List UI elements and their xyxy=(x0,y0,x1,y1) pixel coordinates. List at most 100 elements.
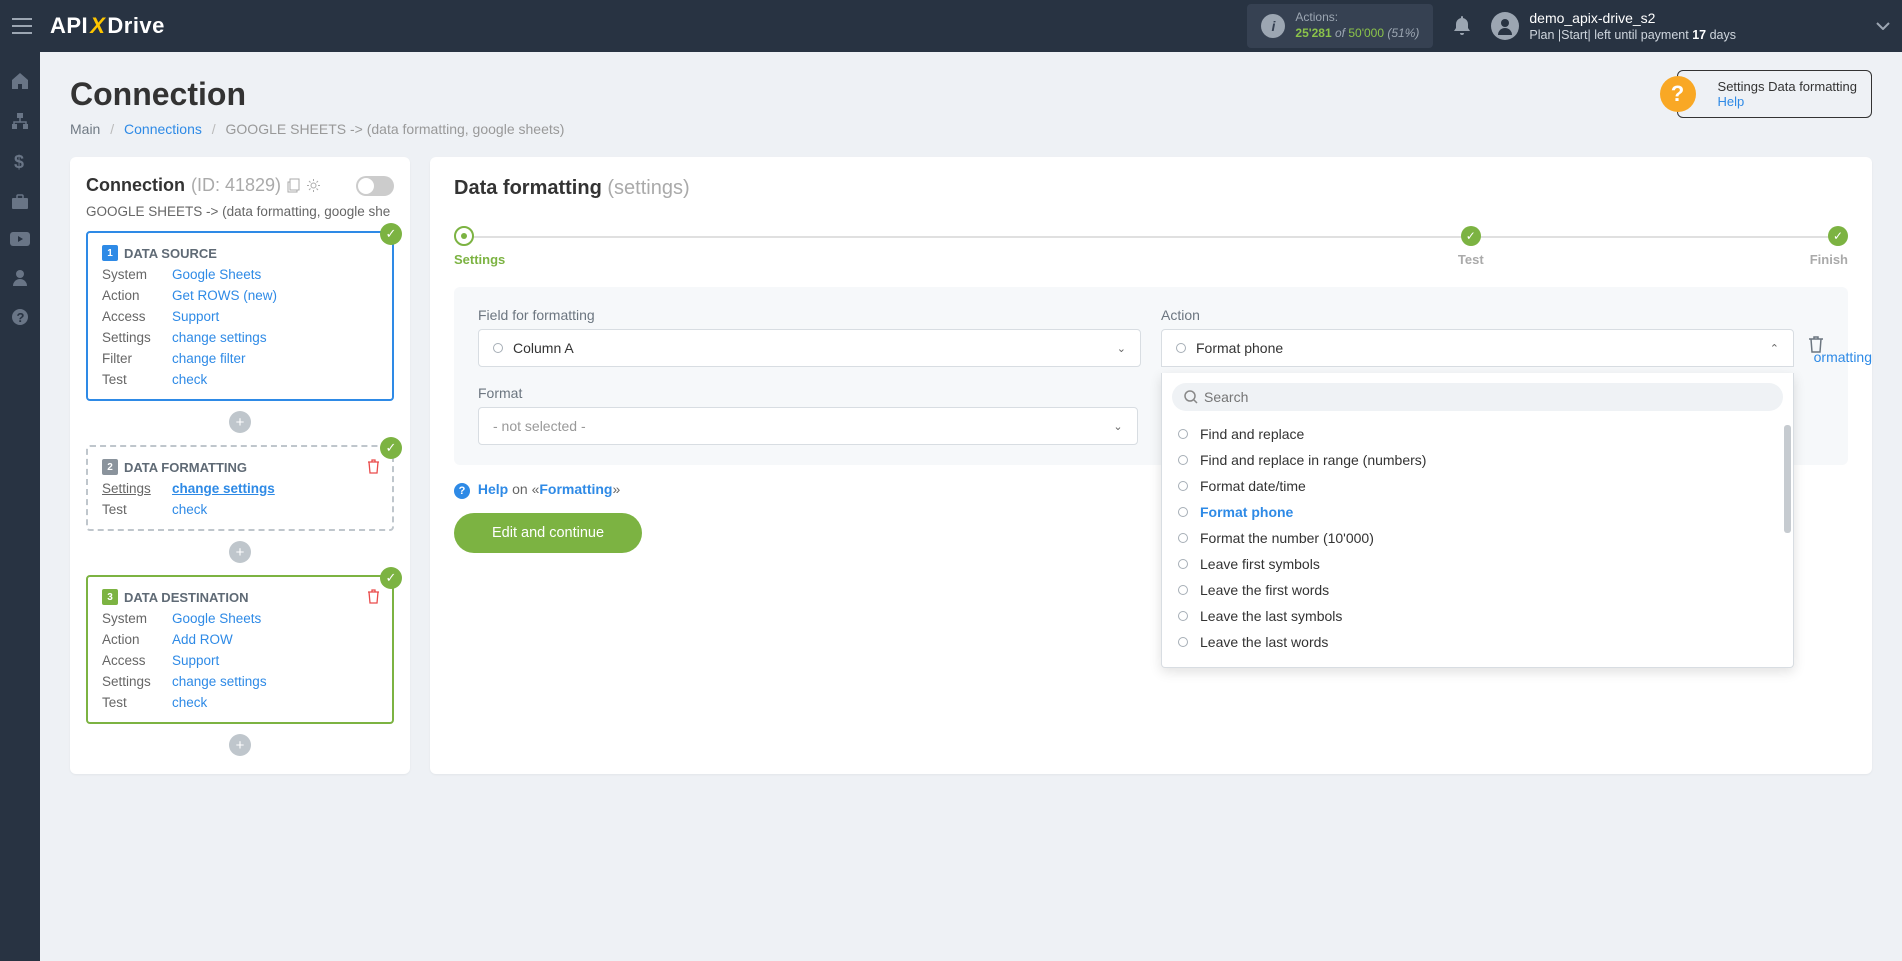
dd-action[interactable]: Add ROW xyxy=(172,632,233,647)
logo[interactable]: API X Drive xyxy=(50,13,165,39)
menu-icon[interactable] xyxy=(12,18,36,34)
sitemap-icon[interactable] xyxy=(11,112,29,130)
edit-continue-button[interactable]: Edit and continue xyxy=(454,513,642,553)
dd-settings[interactable]: change settings xyxy=(172,674,267,689)
briefcase-icon[interactable] xyxy=(11,194,29,210)
actions-used: 25'281 xyxy=(1295,26,1331,40)
logo-x: X xyxy=(88,13,107,39)
ds-settings[interactable]: change settings xyxy=(172,330,267,345)
format-label: Format xyxy=(478,385,1138,401)
help-formatting-link[interactable]: Formatting xyxy=(539,481,612,497)
help-link[interactable]: Help xyxy=(478,481,508,497)
user-days: 17 xyxy=(1692,28,1706,42)
add-step-button-2[interactable]: + xyxy=(229,541,251,563)
dropdown-option[interactable]: Find and replace in range (numbers) xyxy=(1172,447,1783,473)
question-icon[interactable]: ? xyxy=(11,308,29,326)
dd-test[interactable]: check xyxy=(172,695,207,710)
page-title: Connection xyxy=(70,76,1872,113)
stepper-test[interactable]: ✓Test xyxy=(1132,226,1810,267)
action-dropdown: Find and replaceFind and replace in rang… xyxy=(1161,373,1794,668)
svg-text:?: ? xyxy=(17,310,25,325)
format-select[interactable]: - not selected -⌄ xyxy=(478,407,1138,445)
user-days-suffix: days xyxy=(1706,28,1736,42)
action-label: Action xyxy=(1161,307,1794,323)
dd-system[interactable]: Google Sheets xyxy=(172,611,261,626)
actions-counter[interactable]: i Actions: 25'281 of 50'000 (51%) xyxy=(1247,4,1433,47)
app-header: API X Drive i Actions: 25'281 of 50'000 … xyxy=(0,0,1902,52)
user-name: demo_apix-drive_s2 xyxy=(1529,9,1736,27)
avatar-icon xyxy=(1491,12,1519,40)
svg-text:$: $ xyxy=(14,152,24,172)
df-settings[interactable]: change settings xyxy=(172,481,275,496)
actions-total: 50'000 xyxy=(1348,26,1384,40)
df-test[interactable]: check xyxy=(172,502,207,517)
home-icon[interactable] xyxy=(11,72,29,90)
dropdown-option[interactable]: Find and replace xyxy=(1172,421,1783,447)
trash-icon[interactable] xyxy=(367,459,380,474)
user-icon[interactable] xyxy=(11,268,29,286)
video-icon[interactable] xyxy=(10,232,30,246)
dropdown-option[interactable]: Format date/time xyxy=(1172,473,1783,499)
breadcrumb-connections[interactable]: Connections xyxy=(124,121,202,137)
step-data-source: ✓ 1DATA SOURCE SystemGoogle Sheets Actio… xyxy=(86,231,394,401)
dropdown-option[interactable]: Format phone xyxy=(1172,499,1783,525)
check-icon: ✓ xyxy=(380,223,402,245)
format-value: - not selected - xyxy=(493,418,1113,434)
step-title-3: DATA DESTINATION xyxy=(124,590,248,605)
field-select[interactable]: Column A⌄ xyxy=(478,329,1141,367)
chevron-down-icon: ⌄ xyxy=(1113,420,1122,433)
left-nav: $ ? xyxy=(0,52,40,961)
help-qmark-icon[interactable]: ? xyxy=(1660,76,1696,112)
dollar-icon[interactable]: $ xyxy=(14,152,26,172)
scrollbar[interactable] xyxy=(1784,425,1791,533)
help-tooltip-title: Settings Data formatting xyxy=(1718,79,1857,94)
step-title-2: DATA FORMATTING xyxy=(124,460,247,475)
dropdown-option[interactable]: Leave the first words xyxy=(1172,577,1783,603)
gear-icon[interactable] xyxy=(306,178,321,193)
step-data-formatting: ✓ 2DATA FORMATTING Settingschange settin… xyxy=(86,445,394,531)
search-icon xyxy=(1184,390,1198,404)
enable-toggle[interactable] xyxy=(356,176,394,196)
check-icon: ✓ xyxy=(380,437,402,459)
dd-access[interactable]: Support xyxy=(172,653,219,668)
ds-access[interactable]: Support xyxy=(172,309,219,324)
content-subtitle: (settings) xyxy=(607,177,689,199)
breadcrumb-main[interactable]: Main xyxy=(70,121,100,137)
dropdown-option[interactable]: Format the number (10'000) xyxy=(1172,525,1783,551)
stepper-settings[interactable]: Settings xyxy=(454,226,1132,267)
search-input[interactable] xyxy=(1204,389,1771,405)
bell-icon[interactable] xyxy=(1453,16,1471,36)
info-icon: i xyxy=(1261,14,1285,38)
add-formatting-link[interactable]: ormatting xyxy=(1814,349,1872,365)
action-value: Format phone xyxy=(1196,340,1770,356)
user-menu[interactable]: demo_apix-drive_s2 Plan |Start| left unt… xyxy=(1491,9,1736,43)
ds-test[interactable]: check xyxy=(172,372,207,387)
step-title-1: DATA SOURCE xyxy=(124,246,217,261)
dropdown-option[interactable]: Leave the last words xyxy=(1172,629,1783,655)
dropdown-option[interactable]: Leave first symbols xyxy=(1172,551,1783,577)
add-step-button-1[interactable]: + xyxy=(229,411,251,433)
copy-icon[interactable] xyxy=(287,178,300,193)
user-plan-text: Plan |Start| left until payment xyxy=(1529,28,1692,42)
stepper: Settings ✓Test ✓Finish xyxy=(454,226,1848,267)
help-icon: ? xyxy=(454,483,470,499)
logo-api: API xyxy=(50,13,88,39)
dropdown-search[interactable] xyxy=(1172,383,1783,411)
help-tooltip-link[interactable]: Help xyxy=(1718,94,1857,109)
dropdown-option[interactable]: Leave the last symbols xyxy=(1172,603,1783,629)
ds-action[interactable]: Get ROWS (new) xyxy=(172,288,277,303)
ds-system[interactable]: Google Sheets xyxy=(172,267,261,282)
logo-drive: Drive xyxy=(107,13,165,39)
stepper-finish[interactable]: ✓Finish xyxy=(1810,226,1848,267)
check-icon: ✓ xyxy=(380,567,402,589)
content-card: Data formatting (settings) Settings ✓Tes… xyxy=(430,157,1872,774)
action-select[interactable]: Format phone⌃ xyxy=(1161,329,1794,367)
trash-icon[interactable] xyxy=(367,589,380,604)
sidecard-title: Connection xyxy=(86,175,185,196)
ds-filter[interactable]: change filter xyxy=(172,351,246,366)
add-step-button-3[interactable]: + xyxy=(229,734,251,756)
step-num-3: 3 xyxy=(102,589,118,605)
step-num-2: 2 xyxy=(102,459,118,475)
chevron-down-icon[interactable] xyxy=(1736,22,1890,30)
chevron-down-icon: ⌄ xyxy=(1117,342,1126,355)
